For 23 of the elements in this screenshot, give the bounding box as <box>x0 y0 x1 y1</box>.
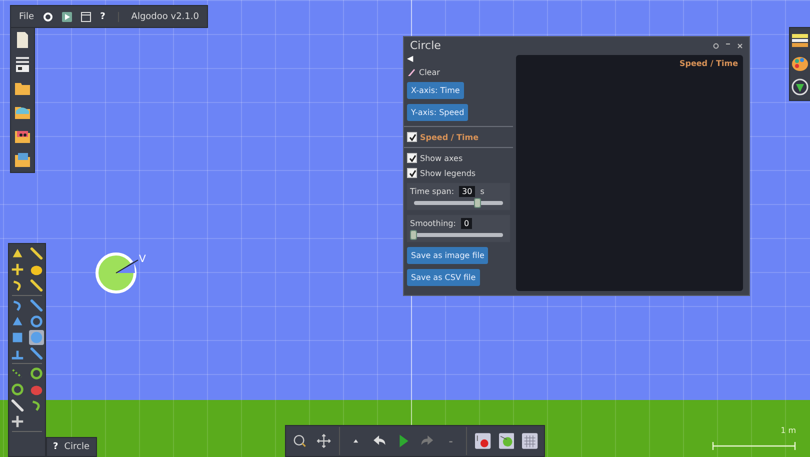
slider-label: Smoothing: <box>410 219 456 228</box>
version-label: Algodoo v2.1.0 <box>118 12 199 22</box>
file-menu[interactable]: File <box>19 12 34 22</box>
y-axis-button[interactable]: Y-axis: Speed <box>407 104 468 121</box>
option-label: Show legends <box>420 168 476 178</box>
window-title: Circle <box>410 39 442 52</box>
velocity-label: V <box>139 254 146 265</box>
option-label: Show axes <box>420 154 463 162</box>
value-field[interactable]: 30 <box>459 186 476 197</box>
save-button[interactable]: Save as CSV file <box>407 269 480 286</box>
save-button[interactable]: Save as image file <box>407 247 488 264</box>
help-menu[interactable]: ? <box>100 12 106 22</box>
unit-label: s <box>480 187 484 196</box>
clear-action[interactable]: Clear <box>419 68 440 77</box>
plot-legend: Speed / Time <box>679 59 738 68</box>
back-arrow[interactable]: ◀ <box>407 54 510 63</box>
value-field[interactable]: 0 <box>460 218 472 229</box>
slider-label: Time span: <box>410 187 454 196</box>
scale-label: 1 m <box>780 426 796 435</box>
selection-name: Circle <box>64 442 90 452</box>
x-axis-button[interactable]: X-axis: Time <box>407 82 464 99</box>
help-mark[interactable]: ? <box>53 442 58 452</box>
series-label: Speed / Time <box>420 132 479 142</box>
